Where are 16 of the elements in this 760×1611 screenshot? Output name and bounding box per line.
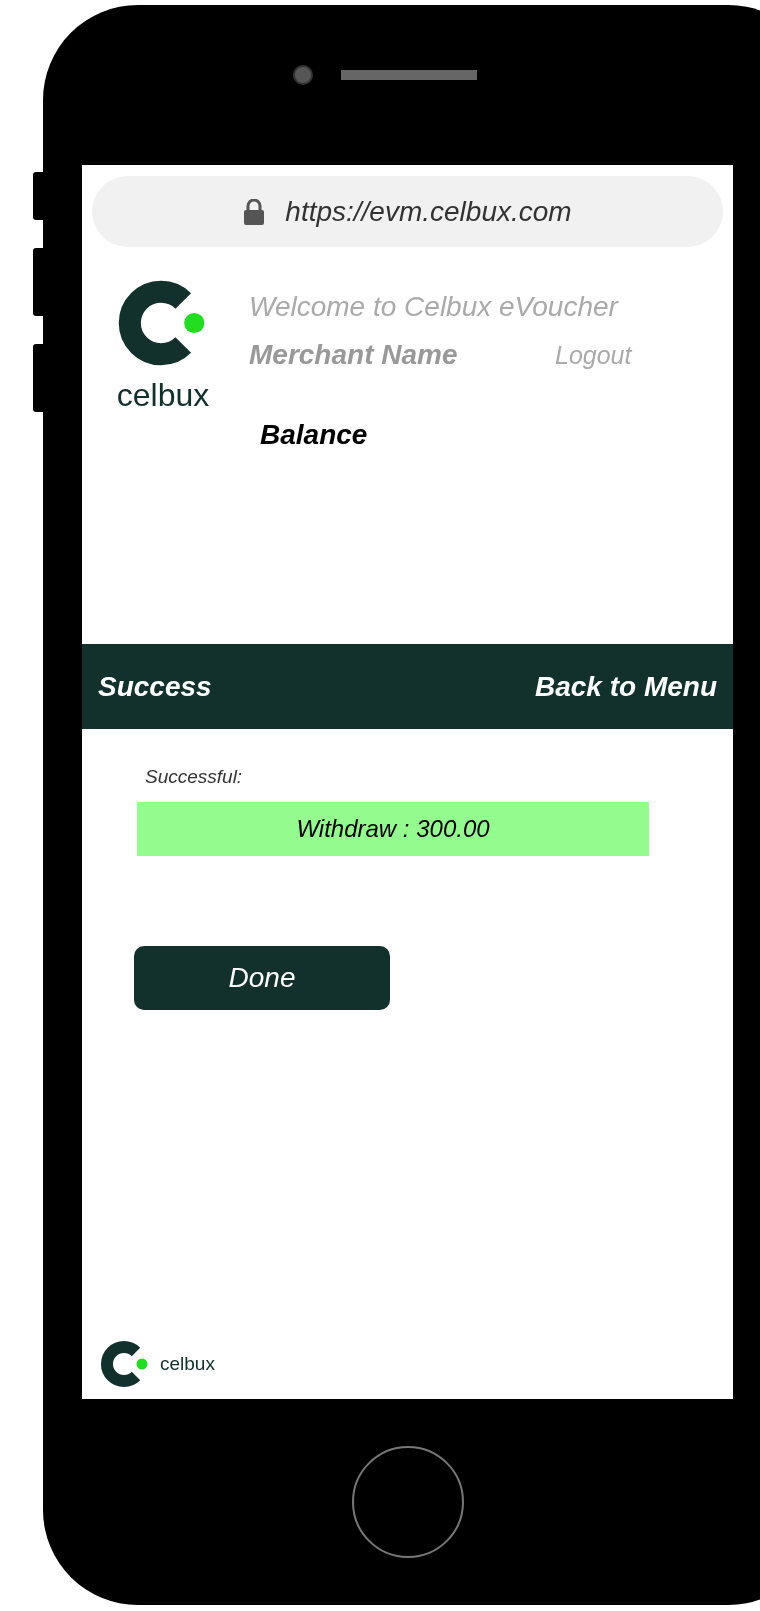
back-to-menu-link[interactable]: Back to Menu [534,665,717,708]
camera-icon [293,65,313,85]
url-text: https://evm.celbux.com [285,194,572,229]
logo-text: celbux [160,1351,215,1376]
balance-label: Balance [260,418,369,452]
lock-icon [243,198,266,225]
logo-icon [100,1339,150,1389]
merchant-name: Merchant Name [249,338,459,372]
welcome-text: Welcome to Celbux eVoucher [249,290,620,324]
result-message: Withdraw : 300.00 [137,801,649,856]
done-button[interactable]: Done [134,945,390,1010]
status-label: Successful: [145,765,244,789]
address-bar[interactable]: https://evm.celbux.com [92,176,723,247]
home-button[interactable] [352,1446,464,1558]
title-text: Success [98,669,212,704]
logo-text: celbux [116,379,210,411]
